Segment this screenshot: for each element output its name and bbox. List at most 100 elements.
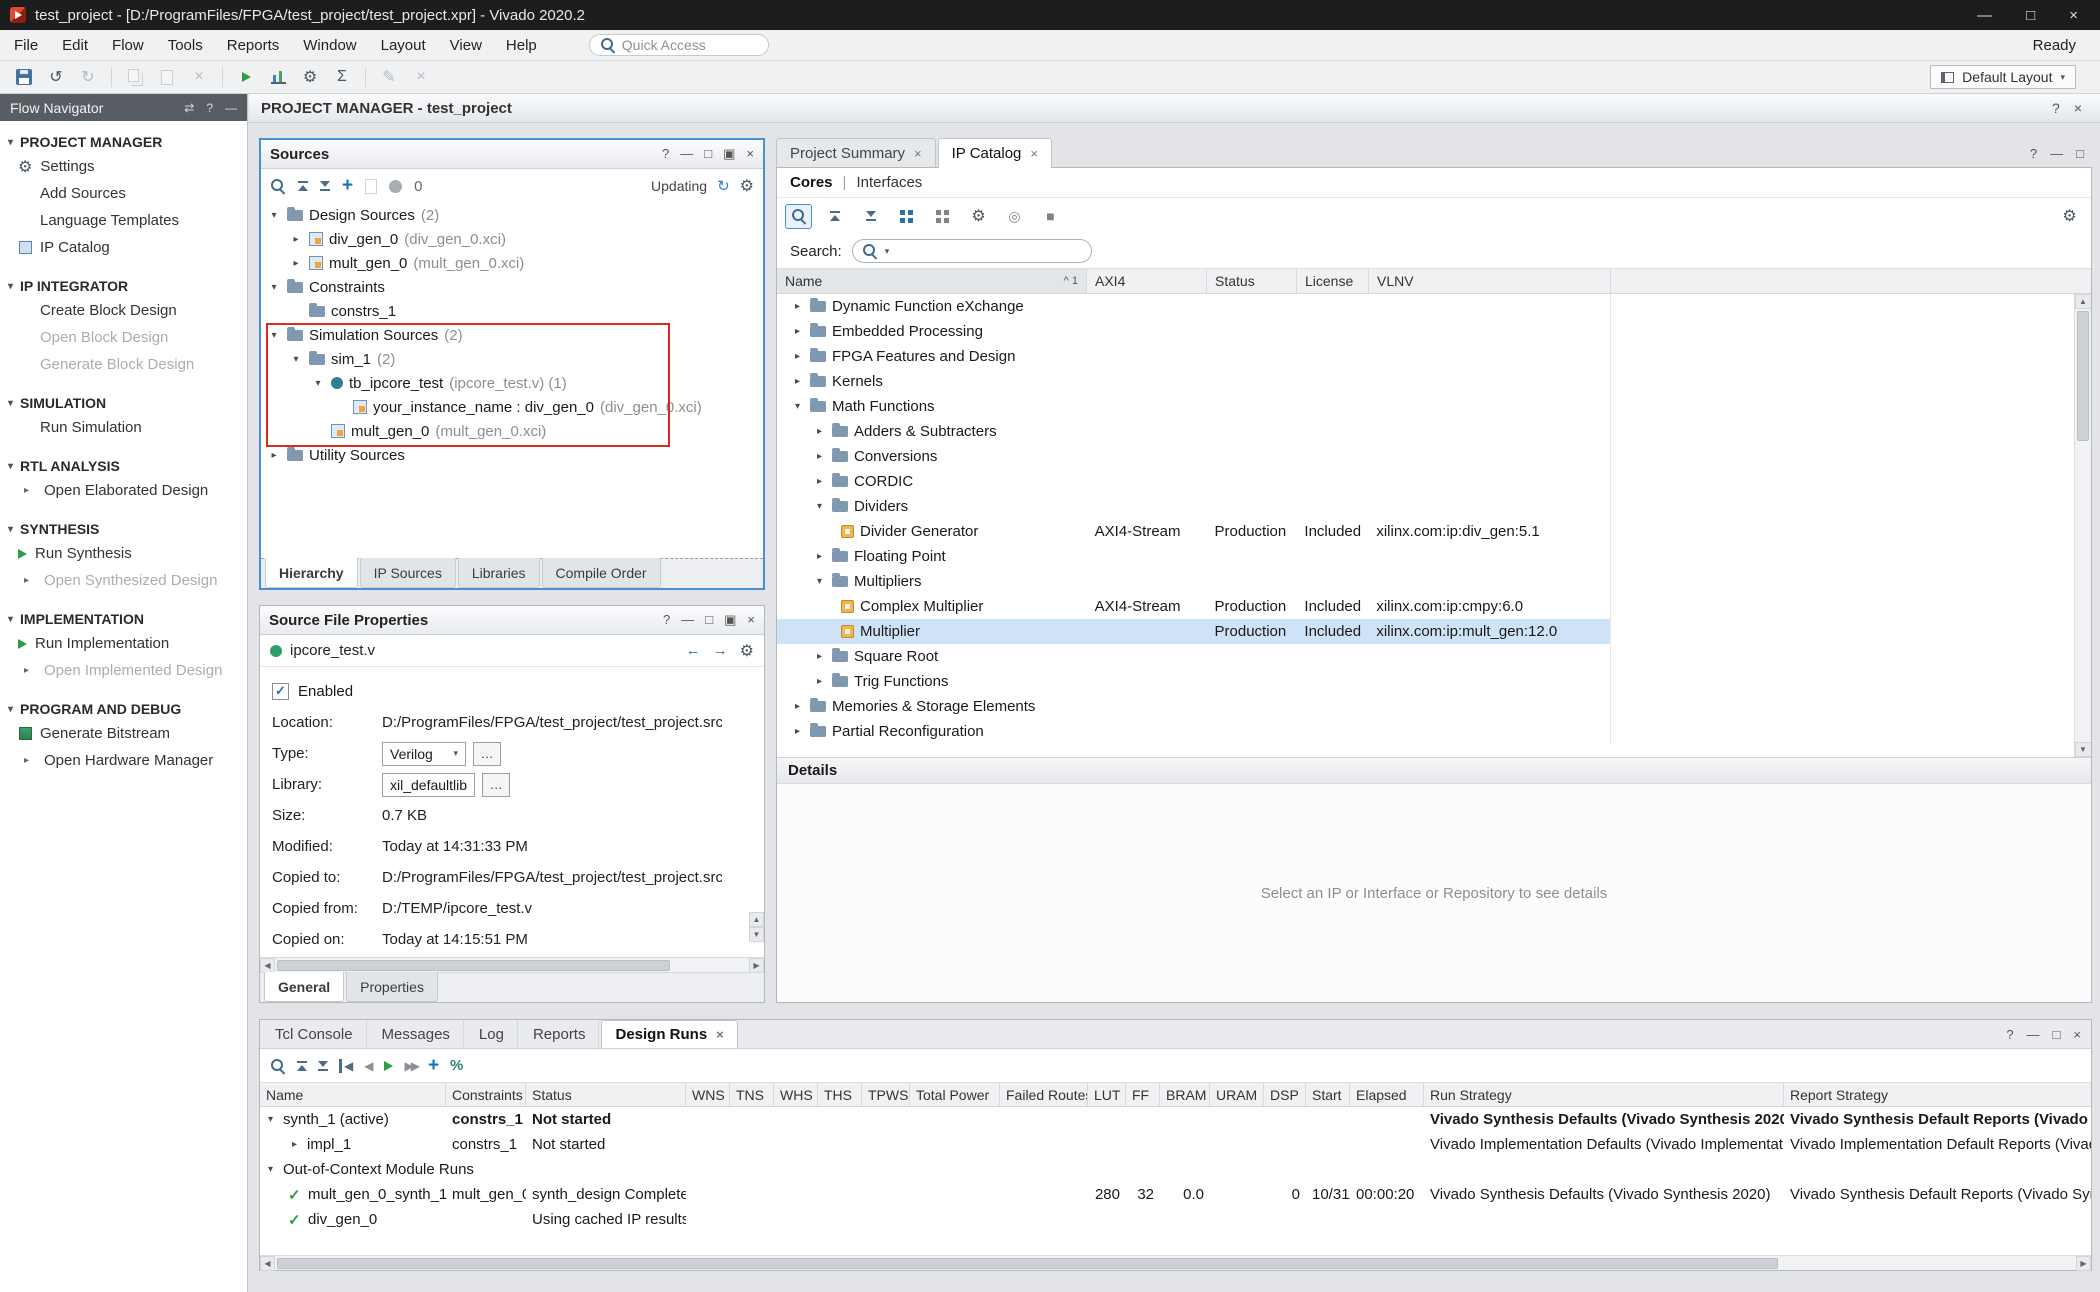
menu-layout[interactable]: Layout: [381, 37, 426, 54]
layout-selector[interactable]: Default Layout ▾: [1930, 65, 2076, 89]
report-button[interactable]: [264, 64, 292, 90]
maximize-button[interactable]: □: [2026, 7, 2035, 24]
expand-all-icon[interactable]: [320, 181, 330, 191]
catalog-row[interactable]: ▸Floating Point: [777, 544, 2091, 569]
menu-reports[interactable]: Reports: [227, 37, 280, 54]
catalog-row[interactable]: ▾Math Functions: [777, 394, 2091, 419]
column-header-whs[interactable]: WHS: [774, 1083, 818, 1106]
percent-toggle-icon[interactable]: %: [450, 1057, 463, 1074]
run-row-synth-1[interactable]: ▾synth_1 (active) constrs_1 Not started …: [260, 1107, 2091, 1132]
library-input[interactable]: xil_defaultlib: [382, 773, 475, 797]
tab-project-summary[interactable]: Project Summary ×: [776, 138, 936, 168]
help-icon[interactable]: ?: [662, 146, 669, 162]
catalog-row[interactable]: ▾Multipliers: [777, 569, 2091, 594]
repository-settings-button[interactable]: [929, 204, 956, 229]
expander-icon[interactable]: ▾: [813, 576, 826, 587]
tab-ip-sources[interactable]: IP Sources: [360, 558, 456, 588]
reset-runs-icon[interactable]: ◀: [339, 1059, 353, 1073]
column-header-wns[interactable]: WNS: [686, 1083, 730, 1106]
expander-icon[interactable]: ▸: [813, 651, 826, 662]
scroll-right-icon[interactable]: ▶: [2076, 1256, 2091, 1271]
expander-icon[interactable]: ▸: [791, 326, 804, 337]
expand-all-button[interactable]: [857, 204, 884, 229]
expander-icon[interactable]: ▾: [813, 501, 826, 512]
run-button[interactable]: [232, 64, 260, 90]
chevron-right-icon[interactable]: ▸: [24, 575, 36, 586]
tab-messages[interactable]: Messages: [369, 1020, 464, 1048]
column-header-failed-routes[interactable]: Failed Routes: [1000, 1083, 1088, 1106]
gear-icon[interactable]: ⚙: [740, 176, 754, 196]
tree-row-your-instance-name[interactable]: your_instance_name : div_gen_0(div_gen_0…: [261, 395, 763, 419]
create-run-icon[interactable]: +: [428, 1055, 439, 1077]
catalog-row-complex-multiplier[interactable]: Complex MultiplierAXI4-StreamProductionI…: [777, 594, 2091, 619]
column-header-status[interactable]: Status: [1207, 269, 1297, 293]
expander-icon[interactable]: ▸: [791, 301, 804, 312]
menu-flow[interactable]: Flow: [112, 37, 144, 54]
expander-icon[interactable]: ▾: [289, 354, 303, 365]
section-header-synthesis[interactable]: ▾SYNTHESIS: [0, 518, 247, 540]
collapse-all-icon[interactable]: [298, 181, 308, 191]
scrollbar-thumb[interactable]: [277, 1258, 1778, 1269]
tab-log[interactable]: Log: [466, 1020, 518, 1048]
delete-button[interactable]: ×: [185, 64, 213, 90]
close-tab-icon[interactable]: ×: [716, 1027, 724, 1042]
catalog-row[interactable]: ▸Square Root: [777, 644, 2091, 669]
scroll-left-icon[interactable]: ◀: [260, 1256, 275, 1271]
tab-properties[interactable]: Properties: [346, 972, 438, 1002]
catalog-row[interactable]: ▸Embedded Processing: [777, 319, 2091, 344]
tab-ip-catalog[interactable]: IP Catalog ×: [938, 138, 1052, 168]
catalog-row-divider-generator[interactable]: Divider GeneratorAXI4-StreamProductionIn…: [777, 519, 2091, 544]
enabled-checkbox[interactable]: ✓: [272, 683, 289, 700]
scroll-right-icon[interactable]: ▶: [749, 958, 764, 973]
catalog-row[interactable]: ▸Kernels: [777, 369, 2091, 394]
minimize-icon[interactable]: —: [680, 146, 693, 162]
catalog-row[interactable]: ▸Trig Functions: [777, 669, 2091, 694]
tree-row-constrs-1[interactable]: constrs_1: [261, 299, 763, 323]
float-icon[interactable]: □: [2053, 1027, 2061, 1042]
catalog-row-multiplier[interactable]: MultiplierProductionIncludedxilinx.com:i…: [777, 619, 2091, 644]
column-header-dsp[interactable]: DSP: [1264, 1083, 1306, 1106]
scrollbar-thumb[interactable]: [277, 960, 670, 971]
expander-icon[interactable]: ▾: [267, 282, 281, 293]
chevron-right-icon[interactable]: ▸: [24, 755, 36, 766]
edit-button[interactable]: ✎: [375, 64, 403, 90]
chevron-right-icon[interactable]: ▸: [24, 485, 36, 496]
minimize-icon[interactable]: —: [2050, 146, 2063, 161]
ip-status-button[interactable]: ◎: [1001, 204, 1028, 229]
help-icon[interactable]: ?: [2006, 1027, 2013, 1042]
float-icon[interactable]: □: [704, 146, 712, 162]
expander-icon[interactable]: ▸: [288, 1139, 301, 1150]
expander-icon[interactable]: ▾: [264, 1164, 277, 1175]
details-view-button[interactable]: ■: [1037, 204, 1064, 229]
column-header-vlnv[interactable]: VLNV: [1369, 269, 1611, 293]
collapse-all-icon[interactable]: [297, 1061, 307, 1071]
sources-panel-header[interactable]: Sources ? — □ ▣ ×: [261, 140, 763, 169]
paste-button[interactable]: [153, 64, 181, 90]
scrollbar-thumb[interactable]: [2077, 311, 2089, 441]
float-icon[interactable]: □: [2076, 146, 2084, 161]
run-group-out-of-context[interactable]: ▾Out-of-Context Module Runs: [260, 1157, 2091, 1182]
help-icon[interactable]: ?: [663, 612, 670, 628]
column-header-status[interactable]: Status: [526, 1083, 686, 1106]
tab-tcl-console[interactable]: Tcl Console: [262, 1020, 367, 1048]
catalog-settings-button[interactable]: ⚙: [2056, 204, 2083, 229]
close-icon[interactable]: ×: [747, 612, 755, 628]
forward-icon[interactable]: →: [713, 642, 728, 659]
column-header-run-strategy[interactable]: Run Strategy: [1424, 1083, 1784, 1106]
section-header-project-manager[interactable]: ▾PROJECT MANAGER: [0, 131, 247, 153]
refresh-icon[interactable]: ↻: [717, 177, 730, 195]
flow-item-generate-bitstream[interactable]: Generate Bitstream: [0, 720, 247, 747]
close-tab-icon[interactable]: ×: [914, 146, 922, 161]
tab-reports[interactable]: Reports: [520, 1020, 600, 1048]
scroll-up-icon[interactable]: ▲: [2075, 294, 2092, 309]
run-row-mult-gen-0-synth-1[interactable]: ✓mult_gen_0_synth_1 mult_gen_0 synth_des…: [260, 1182, 2091, 1207]
section-header-rtl-analysis[interactable]: ▾RTL ANALYSIS: [0, 455, 247, 477]
section-header-ip-integrator[interactable]: ▾IP INTEGRATOR: [0, 275, 247, 297]
horizontal-scrollbar[interactable]: ◀ ▶: [260, 1255, 2091, 1270]
column-header-report-strategy[interactable]: Report Strategy: [1784, 1083, 2091, 1106]
scroll-down-icon[interactable]: ▼: [2075, 742, 2092, 757]
float-icon[interactable]: □: [705, 612, 713, 628]
library-browse-button[interactable]: …: [482, 773, 510, 797]
help-icon[interactable]: ?: [2052, 100, 2060, 116]
menu-file[interactable]: File: [14, 37, 38, 54]
